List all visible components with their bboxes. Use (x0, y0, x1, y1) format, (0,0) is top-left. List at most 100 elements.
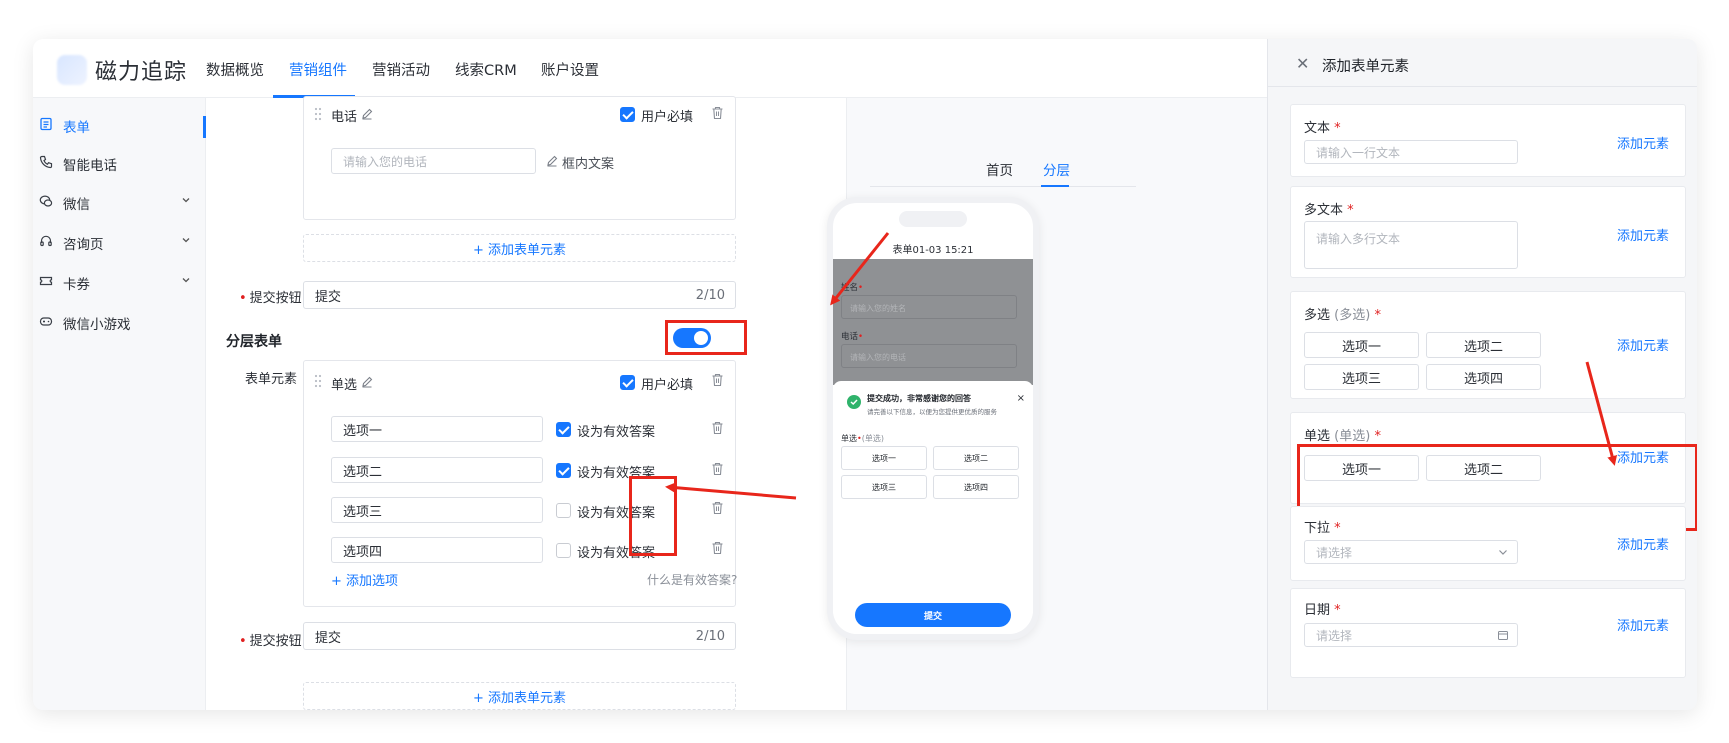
field-title: 单选 (331, 378, 358, 393)
sidebar-item-consult-page[interactable]: 咨询页 (33, 224, 206, 260)
phone-placeholder-input[interactable]: 请输入您的电话 (331, 148, 536, 174)
option-input-1[interactable]: 选项一 (331, 416, 543, 442)
drag-handle-icon[interactable] (314, 374, 322, 388)
field-title: 电话 (331, 110, 358, 125)
option-input-3[interactable]: 选项三 (331, 497, 543, 523)
nav-marketing-components[interactable]: 营销组件 (289, 59, 347, 80)
element-label: 日期 * (1304, 603, 1341, 618)
close-icon[interactable]: ✕ (1296, 54, 1309, 73)
valid-answer-label: 设为有效答案 (577, 466, 656, 481)
form-icon (39, 117, 54, 132)
element-label: 单选 (单选) * (1304, 429, 1381, 444)
trash-icon[interactable] (711, 501, 724, 515)
add-element-link[interactable]: 添加元素 (1617, 447, 1669, 466)
calendar-icon (1497, 629, 1509, 641)
trash-icon[interactable] (711, 106, 724, 120)
add-element-drawer: ✕ 添加表单元素 文本 * 请输入一行文本 添加元素 多文本 * 请输入多行文本… (1267, 39, 1697, 710)
option-chip: 选项二 (1426, 332, 1541, 358)
trash-icon[interactable] (711, 421, 724, 435)
valid-answer-checkbox-3[interactable] (556, 503, 571, 518)
inner-text-label[interactable]: 框内文案 (562, 153, 614, 172)
edit-icon[interactable] (361, 376, 373, 388)
option-input-4[interactable]: 选项四 (331, 537, 543, 563)
app-window: 磁力追踪 数据概览 营销组件 营销活动 线索CRM 账户设置 表单 智能电话 微… (33, 39, 1697, 710)
drag-handle-icon[interactable] (314, 107, 322, 121)
edit-icon[interactable] (546, 155, 558, 167)
submit-button-value-2: 提交 (315, 630, 342, 646)
required-checkbox[interactable] (620, 375, 635, 390)
option-input-2[interactable]: 选项二 (331, 457, 543, 483)
nav-data-overview[interactable]: 数据概览 (206, 59, 264, 80)
edit-icon[interactable] (361, 108, 373, 120)
success-title: 提交成功，非常感谢您的回答 (867, 394, 971, 403)
add-element-link[interactable]: 添加元素 (1617, 615, 1669, 634)
top-header: 磁力追踪 数据概览 营销组件 营销活动 线索CRM 账户设置 (33, 39, 1267, 98)
phone-screen: 表单01-03 15:21 姓名• 请输入您的姓名 电话• 请输入您的电话 提交… (833, 203, 1033, 634)
element-card-text: 文本 * 请输入一行文本 添加元素 (1290, 104, 1686, 177)
submit-button-input-2[interactable]: 提交 2/10 (303, 622, 736, 650)
nav-leads-crm[interactable]: 线索CRM (455, 59, 517, 80)
trash-icon[interactable] (711, 541, 724, 555)
chevron-down-icon (1497, 546, 1509, 558)
nav-account-settings[interactable]: 账户设置 (541, 59, 599, 80)
element-card-multichoice: 多选 (多选) * 选项一 选项二 选项三 选项四 添加元素 (1290, 291, 1686, 399)
required-checkbox[interactable] (620, 107, 635, 122)
sidebar-item-label: 微信小游戏 (63, 317, 131, 333)
logo-text: 磁力追踪 (95, 60, 188, 85)
option-chip: 选项四 (1426, 364, 1541, 390)
element-card-singlechoice: 单选 (单选) * 选项一 选项二 添加元素 (1290, 412, 1686, 504)
add-option-link[interactable]: + 添加选项 (331, 570, 398, 589)
element-card-multitext: 多文本 * 请输入多行文本 添加元素 (1290, 186, 1686, 278)
chevron-down-icon (180, 274, 192, 286)
required-label: 用户必填 (641, 378, 694, 393)
add-element-link[interactable]: 添加元素 (1617, 335, 1669, 354)
success-check-icon (847, 395, 861, 409)
sidebar-item-label: 表单 (63, 120, 90, 136)
valid-answer-help-link[interactable]: 什么是有效答案? (647, 571, 737, 588)
sidebar-item-form[interactable]: 表单 (33, 107, 206, 143)
submit-button-input[interactable]: 提交 2/10 (303, 281, 736, 309)
valid-answer-label: 设为有效答案 (577, 506, 656, 521)
valid-answer-checkbox-1[interactable] (556, 422, 571, 437)
element-card-date: 日期 * 请选择 添加元素 (1290, 588, 1686, 678)
sidebar: 表单 智能电话 微信 咨询页 卡券 微信小游戏 (33, 98, 206, 710)
nav-marketing-activities[interactable]: 营销活动 (372, 59, 430, 80)
submit-button-label-2-visible: • 提交按钮 (239, 634, 302, 649)
text-placeholder: 请输入一行文本 (1304, 140, 1518, 164)
sidebar-item-coupon[interactable]: 卡券 (33, 264, 206, 300)
required-label: 用户必填 (641, 110, 694, 125)
drawer-title: 添加表单元素 (1322, 59, 1409, 75)
trash-icon[interactable] (711, 462, 724, 476)
radio-field-card: 单选 用户必填 选项一 设为有效答案 选项二 设为有效答案 选项三 设为有效答案… (303, 360, 737, 607)
sidebar-item-smart-phone[interactable]: 智能电话 (33, 145, 206, 181)
close-icon[interactable]: × (1017, 393, 1025, 404)
trash-icon[interactable] (711, 373, 724, 387)
sidebar-item-wechat-mini-game[interactable]: 微信小游戏 (33, 304, 206, 340)
add-form-element-button[interactable]: + 添加表单元素 (303, 234, 736, 262)
layered-form-toggle[interactable] (673, 328, 711, 348)
sidebar-item-wechat[interactable]: 微信 (33, 184, 206, 220)
add-element-link[interactable]: 添加元素 (1617, 225, 1669, 244)
multitext-placeholder: 请输入多行文本 (1304, 221, 1518, 269)
add-form-element-button-2[interactable]: + 添加表单元素 (303, 682, 736, 710)
phone-option: 选项二 (933, 446, 1019, 470)
phone-option: 选项三 (841, 475, 927, 499)
option-chip: 选项二 (1426, 455, 1541, 481)
sidebar-item-label: 卡券 (63, 277, 90, 293)
preview-tab-home[interactable]: 首页 (986, 159, 1013, 179)
phone-option: 选项一 (841, 446, 927, 470)
element-label: 文本 * (1304, 121, 1341, 136)
element-label: 多选 (多选) * (1304, 308, 1381, 323)
add-element-link[interactable]: 添加元素 (1617, 534, 1669, 553)
logo-mark (57, 55, 87, 85)
valid-answer-checkbox-4[interactable] (556, 543, 571, 558)
dropdown-placeholder: 请选择 (1304, 540, 1518, 564)
element-label: 下拉 * (1304, 521, 1341, 536)
valid-answer-checkbox-2[interactable] (556, 463, 571, 478)
preview-tab-layered[interactable]: 分层 (1043, 159, 1070, 179)
phone-name-input: 请输入您的姓名 (841, 295, 1017, 319)
phone-option: 选项四 (933, 475, 1019, 499)
add-element-link[interactable]: 添加元素 (1617, 133, 1669, 152)
phone-name-label: 姓名• (841, 283, 864, 293)
headset-icon (39, 234, 54, 249)
